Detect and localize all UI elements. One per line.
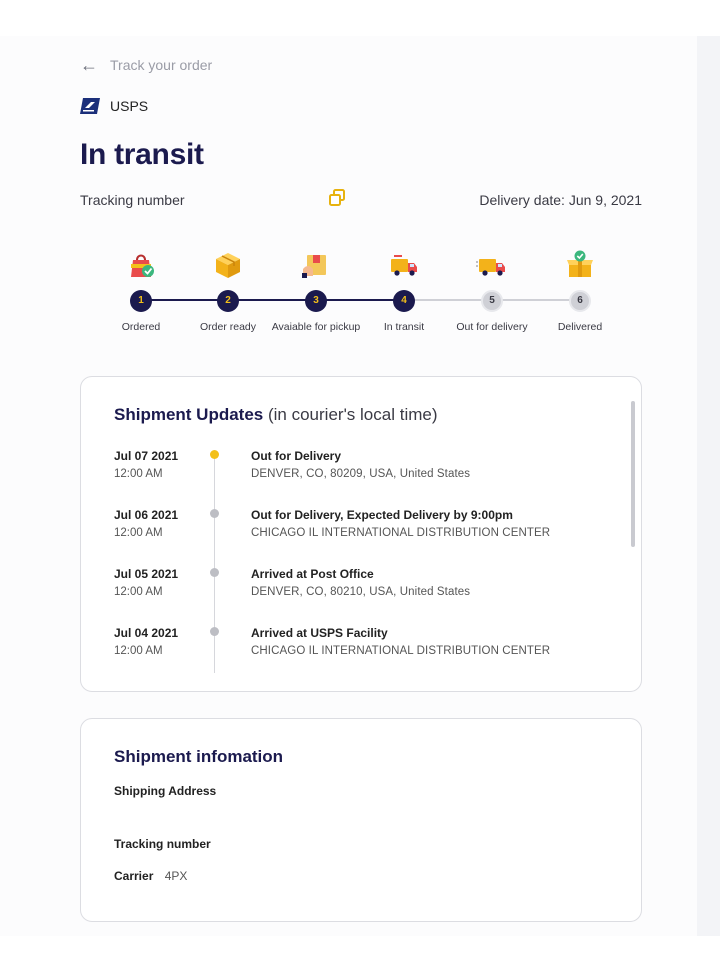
back-label: Track your order [110,57,213,73]
shipping-address-row: Shipping Address [114,784,216,798]
order-progress-stepper: 1 Ordered 2 Order ready 3 Avaiable for p… [100,245,640,355]
shipment-updates-card: Shipment Updates (in courier's local tim… [80,376,642,692]
step-label: Delivered [557,321,603,333]
step-ordered: 1 Ordered [96,245,186,334]
timeline-event: Jul 04 2021 12:00 AM Arrived at USPS Fac… [114,626,614,666]
step-number: 2 [217,290,239,312]
shopping-bag-icon [131,254,154,277]
back-link[interactable]: ← Track your order [80,56,212,74]
timeline-dot [210,627,219,636]
shipment-information-card: Shipment infomation Shipping Address Tra… [80,718,642,922]
tracking-number-row: Tracking number [114,837,211,851]
updates-subtitle: (in courier's local time) [267,405,438,424]
shipping-address-label: Shipping Address [114,784,217,798]
event-location: DENVER, CO, 80210, USA, United States [251,586,471,598]
step-number: 3 [305,290,327,312]
delivery-truck-icon [476,259,505,276]
timeline-dot [210,568,219,577]
event-time: 12:00 AM [114,468,163,480]
event-title: Out for Delivery, Expected Delivery by 9… [251,508,513,522]
updates-title: Shipment Updates [114,405,264,424]
step-number: 1 [130,290,152,312]
event-title: Out for Delivery [251,449,342,463]
event-time: 12:00 AM [114,586,163,598]
info-title: Shipment infomation [114,747,284,766]
package-box-icon [216,253,240,278]
step-label: Avaiable for pickup [271,321,361,333]
page-title: In transit [80,138,204,171]
carrier-name: USPS [110,98,149,114]
event-date: Jul 04 2021 [114,626,179,640]
carrier-value: 4PX [164,869,188,883]
timeline-event: Jul 07 2021 12:00 AM Out for Delivery DE… [114,449,614,489]
step-order-ready: 2 Order ready [183,245,273,334]
event-location: CHICAGO IL INTERNATIONAL DISTRIBUTION CE… [251,645,551,657]
step-number: 5 [481,290,503,312]
step-out-for-delivery: 5 Out for delivery [447,245,537,334]
updates-scrollbar[interactable] [631,401,635,547]
step-label: Ordered [121,321,161,333]
timeline-dot [210,509,219,518]
step-number: 6 [569,290,591,312]
tracking-number-label: Tracking number [114,837,211,851]
arrow-left-icon: ← [80,55,98,75]
step-label: Out for delivery [456,321,528,333]
event-date: Jul 07 2021 [114,449,179,463]
event-title: Arrived at USPS Facility [251,626,388,640]
step-label: Order ready [199,321,257,333]
tracking-number-label: Tracking number [80,192,185,208]
event-time: 12:00 AM [114,527,163,539]
event-location: CHICAGO IL INTERNATIONAL DISTRIBUTION CE… [251,527,551,539]
shipment-updates-title: Shipment Updates (in courier's local tim… [114,405,438,425]
event-date: Jul 06 2021 [114,508,179,522]
carrier-row: USPS [80,98,148,114]
carrier-row: Carrier 4PX [114,869,187,883]
delivery-date: Delivery date: Jun 9, 2021 [479,192,642,208]
step-label: In transit [383,321,425,333]
step-available-for-pickup: 3 Avaiable for pickup [271,245,361,334]
carrier-label: Carrier [114,869,154,883]
shipment-information-title: Shipment infomation [114,747,283,767]
step-in-transit: 4 In transit [359,245,449,334]
event-location: DENVER, CO, 80209, USA, United States [251,468,471,480]
timeline-event: Jul 06 2021 12:00 AM Out for Delivery, E… [114,508,614,548]
usps-eagle-icon [80,98,100,114]
tracking-meta: Tracking number Delivery date: Jun 9, 20… [80,188,642,212]
copy-icon[interactable] [327,188,347,208]
timeline-dot-current [210,450,219,459]
step-delivered: 6 Delivered [535,245,625,334]
right-gutter [697,36,720,936]
step-number: 4 [393,290,415,312]
pickup-box-icon [302,255,326,278]
truck-icon [391,255,417,276]
event-time: 12:00 AM [114,645,163,657]
delivered-box-icon [567,250,593,277]
timeline-event: Jul 05 2021 12:00 AM Arrived at Post Off… [114,567,614,607]
event-title: Arrived at Post Office [251,567,374,581]
event-date: Jul 05 2021 [114,567,179,581]
